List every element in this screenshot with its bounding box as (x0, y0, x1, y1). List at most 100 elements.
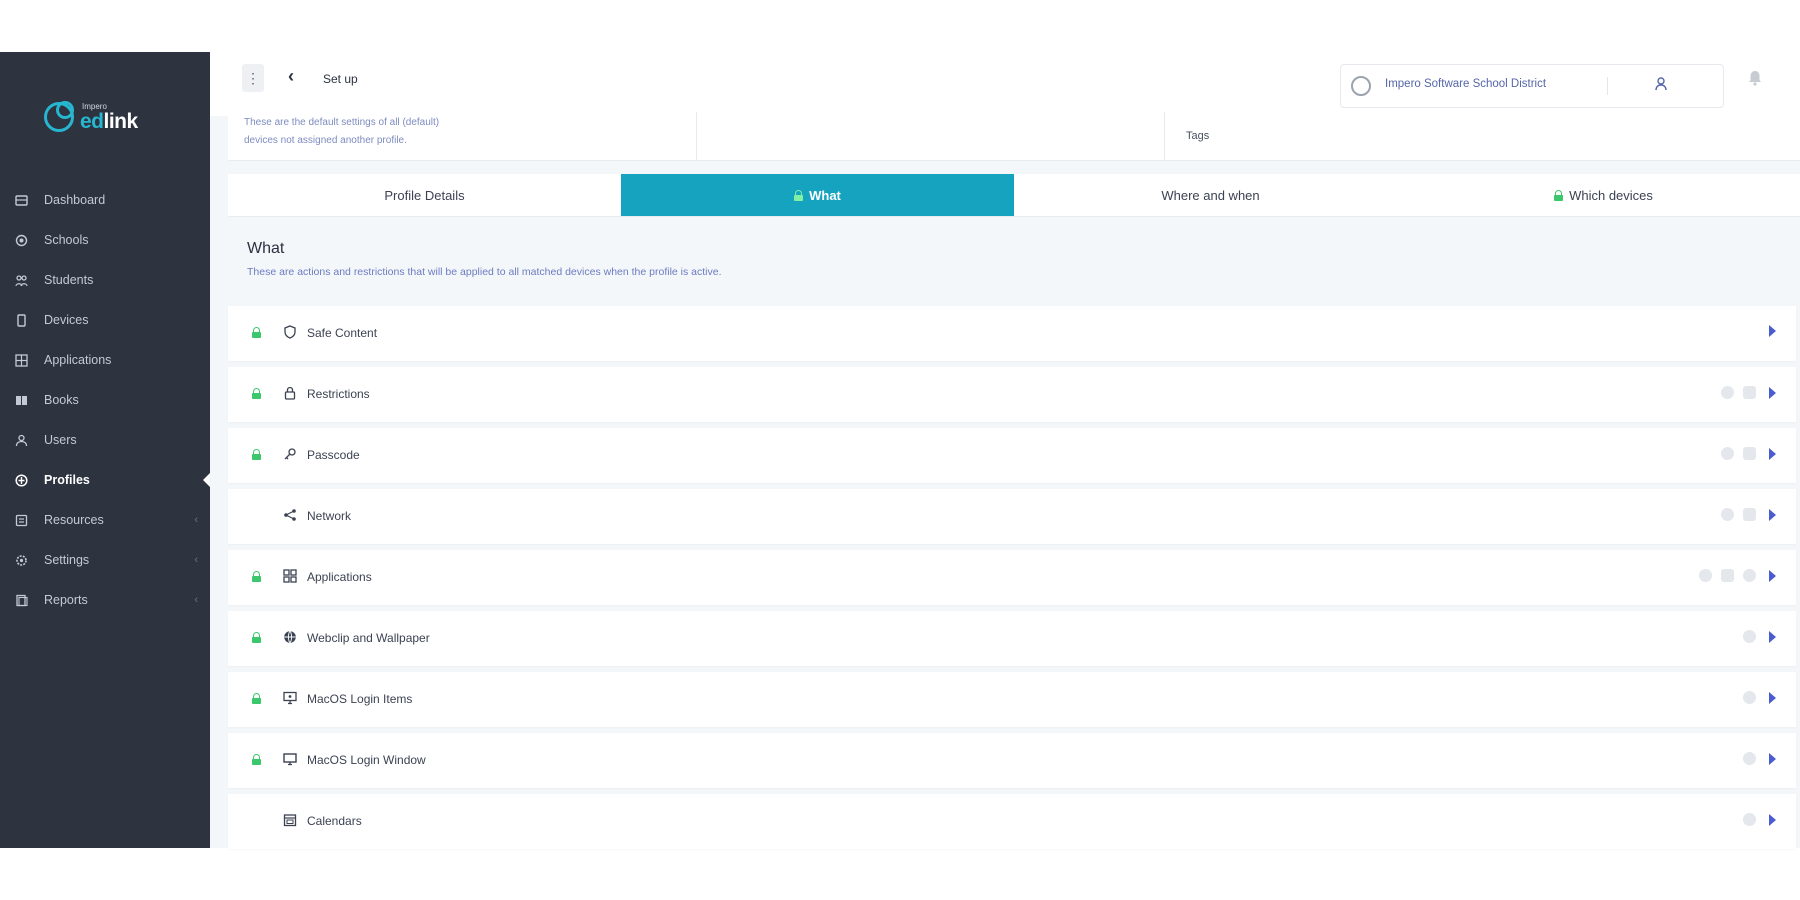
payload-row-restrictions[interactable]: Restrictions (228, 367, 1796, 422)
tab-profile-details[interactable]: Profile Details (228, 174, 621, 216)
tab-where-and-when[interactable]: Where and when (1014, 174, 1407, 216)
payload-row-webclip-and-wallpaper[interactable]: Webclip and Wallpaper (228, 611, 1796, 666)
top-bar: ⋮ ‹ Set up Impero Software School Distri… (210, 52, 1800, 116)
tab-label: Which devices (1569, 187, 1653, 203)
chevron-left-icon: ‹ (194, 514, 198, 526)
sidebar-item-label: Settings (44, 553, 90, 567)
status-indicator-icon (1743, 752, 1756, 765)
edlink-logo-icon (44, 101, 74, 132)
payload-row-applications[interactable]: Applications (228, 550, 1796, 605)
reports-icon (14, 593, 28, 607)
sidebar-item-dashboard[interactable]: Dashboard (0, 180, 210, 220)
lock-icon (252, 327, 261, 338)
bell-icon[interactable] (1748, 70, 1762, 91)
expand-arrow-icon[interactable] (1769, 630, 1776, 643)
sidebar-item-profiles[interactable]: Profiles (0, 460, 211, 500)
sidebar-item-label: Applications (44, 353, 112, 367)
section-subtitle: These are actions and restrictions that … (247, 266, 722, 278)
dashboard-icon (14, 193, 28, 207)
expand-arrow-icon[interactable] (1769, 813, 1776, 826)
expand-arrow-icon[interactable] (1769, 325, 1776, 337)
tab-which-devices[interactable]: Which devices (1407, 174, 1800, 216)
sidebar-item-books[interactable]: Books (0, 380, 210, 420)
payload-row-macos-login-items[interactable]: MacOS Login Items (228, 672, 1796, 727)
lock-icon (252, 693, 261, 704)
back-chevron-icon[interactable]: ‹ (288, 66, 294, 87)
payload-row-safe-content[interactable]: Safe Content (228, 306, 1796, 361)
monitor-icon (282, 690, 298, 706)
apps-grid-icon (282, 568, 298, 584)
status-indicator-icon (1699, 569, 1712, 582)
sidebar-item-label: Devices (44, 313, 89, 327)
chevron-left-icon: ‹ (194, 554, 198, 566)
status-indicator-icon (1743, 386, 1756, 399)
payload-label: Applications (307, 570, 372, 584)
breadcrumb[interactable]: Set up (323, 72, 358, 86)
expand-arrow-icon[interactable] (1769, 752, 1776, 765)
sidebar-item-label: Books (44, 393, 79, 407)
sidebar-item-label: Users (44, 433, 77, 447)
payload-label: Calendars (307, 814, 362, 828)
lock-icon (794, 189, 804, 201)
school-icon (14, 233, 28, 247)
students-icon (14, 273, 28, 287)
payload-label: MacOS Login Window (307, 753, 426, 767)
payload-list: Safe Content Restrictions Passcode Network A… (228, 306, 1796, 855)
sidebar-item-label: Resources (44, 513, 104, 527)
lock-icon (282, 385, 298, 401)
sidebar-item-users[interactable]: Users (0, 420, 210, 460)
expand-arrow-icon[interactable] (1769, 386, 1776, 399)
payload-row-passcode[interactable]: Passcode (228, 428, 1796, 483)
district-selector[interactable]: Impero Software School District (1340, 64, 1724, 108)
sidebar-item-schools[interactable]: Schools (0, 220, 210, 260)
status-indicator-icon (1721, 569, 1734, 582)
lock-icon (1554, 189, 1564, 201)
district-name: Impero Software School District (1385, 78, 1547, 90)
payload-label: MacOS Login Items (307, 692, 413, 706)
profile-info-card: These are the default settings of all (d… (228, 112, 1800, 161)
sidebar-item-applications[interactable]: Applications (0, 340, 210, 380)
payload-label: Safe Content (307, 326, 378, 340)
lock-icon (252, 449, 261, 460)
payload-row-calendars[interactable]: Calendars (228, 794, 1796, 849)
expand-arrow-icon[interactable] (1769, 691, 1776, 704)
sidebar-item-settings[interactable]: Settings ‹ (0, 540, 210, 580)
expand-arrow-icon[interactable] (1769, 508, 1776, 521)
payload-label: Passcode (307, 448, 360, 462)
logo-brand-text: edlink (80, 109, 138, 133)
avatar-icon (1351, 76, 1371, 96)
payload-label: Webclip and Wallpaper (307, 631, 430, 645)
calendar-icon (282, 812, 298, 828)
sidebar-item-label: Schools (44, 233, 89, 247)
payload-label: Network (307, 509, 352, 523)
profile-description: These are the default settings of all (d… (244, 117, 440, 146)
status-indicator-icon (1721, 508, 1734, 521)
sidebar-item-label: Dashboard (44, 193, 106, 207)
edlink-logo[interactable]: Impero edlink (44, 101, 138, 133)
resources-icon (14, 513, 28, 527)
lock-icon (252, 388, 261, 399)
sidebar-item-students[interactable]: Students (0, 260, 210, 300)
profile-tabs: Profile Details What Where and when Which d… (228, 174, 1800, 217)
status-indicator-icon (1721, 447, 1734, 460)
expand-arrow-icon[interactable] (1769, 569, 1776, 582)
lock-icon (252, 754, 261, 765)
status-indicator-icon (1721, 386, 1734, 399)
status-indicator-icon (1743, 508, 1756, 521)
user-icon[interactable] (1655, 77, 1667, 94)
status-indicator-icon (1743, 691, 1756, 704)
payload-row-macos-login-window[interactable]: MacOS Login Window (228, 733, 1796, 788)
app-window: Impero edlink Dashboard Schools Students De… (0, 52, 1800, 849)
expand-arrow-icon[interactable] (1769, 447, 1776, 460)
sidebar-item-reports[interactable]: Reports ‹ (0, 580, 210, 620)
key-icon (282, 446, 298, 462)
payload-row-network[interactable]: Network (228, 489, 1796, 544)
lock-icon (252, 571, 261, 582)
settings-icon (14, 553, 28, 567)
menu-kebab-button[interactable]: ⋮ (242, 64, 264, 92)
tags-label: Tags (1186, 130, 1210, 142)
sidebar-item-resources[interactable]: Resources ‹ (0, 500, 210, 540)
tab-what[interactable]: What (621, 174, 1014, 216)
sidebar-item-devices[interactable]: Devices (0, 300, 210, 340)
main-content: ⋮ ‹ Set up Impero Software School Distri… (210, 52, 1800, 849)
